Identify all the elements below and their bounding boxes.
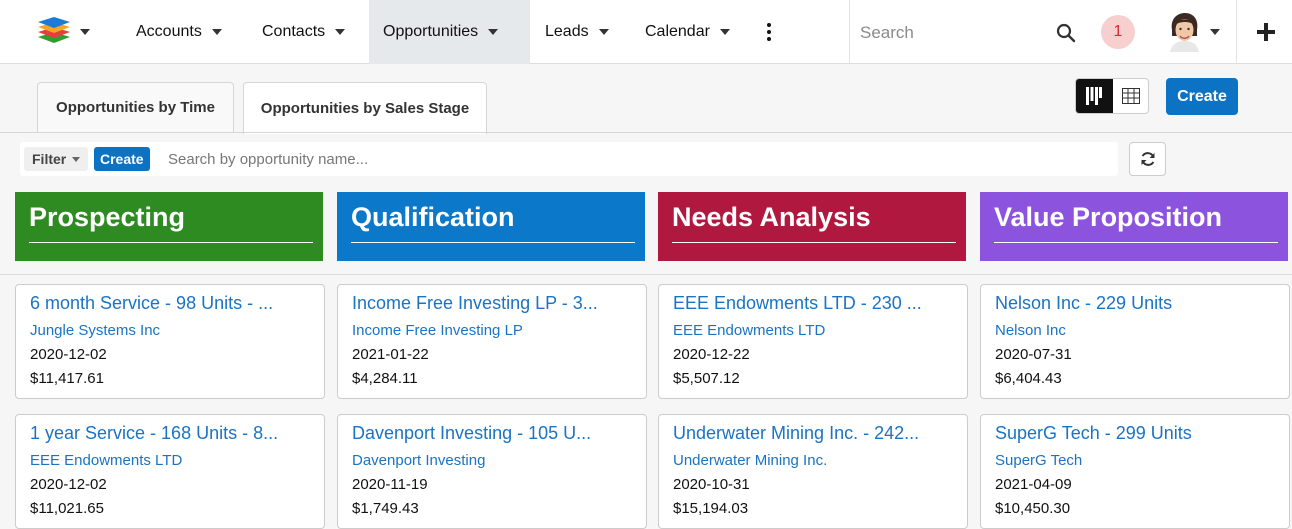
table-icon [1122,88,1140,104]
nav-item-leads[interactable]: Leads [531,0,623,64]
account-link[interactable]: SuperG Tech [995,452,1082,469]
opportunity-name-link[interactable]: Davenport Investing - 105 U... [352,423,637,444]
filter-button[interactable]: Filter [24,147,89,171]
amount: $6,404.43 [995,370,1062,387]
column-header-prospecting: Prospecting [15,192,323,261]
opportunity-card[interactable]: 1 year Service - 168 Units - 8... EEE En… [15,414,325,529]
column-header-divider [0,274,1292,275]
close-date: 2021-01-22 [352,346,429,363]
opportunity-search-input[interactable] [168,147,768,171]
nav-item-accounts[interactable]: Accounts [122,0,236,64]
amount: $5,507.12 [673,370,740,387]
tab-divider [0,132,1292,133]
opportunity-card[interactable]: Income Free Investing LP - 3... Income F… [337,284,647,399]
account-link[interactable]: EEE Endowments LTD [673,322,825,339]
nav-item-opportunities[interactable]: Opportunities [369,0,530,64]
kanban-view-button[interactable] [1076,79,1113,113]
account-link[interactable]: Jungle Systems Inc [30,322,160,339]
opportunity-name-link[interactable]: Nelson Inc - 229 Units [995,293,1280,314]
close-date: 2020-12-02 [30,346,107,363]
opportunity-name-link[interactable]: SuperG Tech - 299 Units [995,423,1280,444]
column-title-underline [29,242,313,243]
global-search-input[interactable] [860,20,1040,46]
amount: $4,284.11 [352,370,418,387]
column-header-qualification: Qualification [337,192,645,261]
column-title: Prospecting [29,202,186,232]
search-icon[interactable] [1056,23,1076,43]
close-date: 2020-07-31 [995,346,1072,363]
column-header-value-proposition: Value Proposition [980,192,1288,261]
quick-create[interactable] [1236,0,1292,64]
opportunity-card[interactable]: Underwater Mining Inc. - 242... Underwat… [658,414,968,529]
refresh-icon [1141,152,1155,166]
account-link[interactable]: Underwater Mining Inc. [673,452,827,469]
close-date: 2020-12-22 [673,346,750,363]
account-link[interactable]: Davenport Investing [352,452,485,469]
list-view-button[interactable] [1113,79,1148,113]
nav-item-label: Accounts [136,23,202,40]
account-link[interactable]: EEE Endowments LTD [30,452,182,469]
tab-label: Opportunities by Sales Stage [260,100,470,117]
opportunity-name-link[interactable]: Income Free Investing LP - 3... [352,293,637,314]
opportunity-name-link[interactable]: 1 year Service - 168 Units - 8... [30,423,315,444]
filter-bar: Filter Create [20,142,1118,176]
column-title-underline [994,242,1278,243]
column-title-underline [672,242,956,243]
tab-opportunities-by-time[interactable]: Opportunities by Time [37,82,234,132]
kanban-icon [1086,87,1102,105]
close-date: 2020-10-31 [673,476,750,493]
chevron-down-icon[interactable] [335,29,346,35]
opportunity-card[interactable]: Nelson Inc - 229 Units Nelson Inc 2020-0… [980,284,1290,399]
column-header-needs-analysis: Needs Analysis [658,192,966,261]
amount: $10,450.30 [995,500,1071,517]
opportunity-name-link[interactable]: Underwater Mining Inc. - 242... [673,423,958,444]
chevron-down-icon[interactable] [598,29,609,35]
user-menu-caret-icon[interactable] [1210,29,1220,35]
refresh-button[interactable] [1129,142,1166,176]
view-toggle [1075,78,1149,114]
nav-item-contacts[interactable]: Contacts [248,0,359,64]
nav-item-calendar[interactable]: Calendar [631,0,744,64]
opportunity-card[interactable]: Davenport Investing - 105 U... Davenport… [337,414,647,529]
account-link[interactable]: Nelson Inc [995,322,1066,339]
nav-item-label: Opportunities [383,23,479,40]
amount: $11,417.61 [30,370,104,387]
chevron-down-icon[interactable] [719,29,730,35]
close-date: 2020-11-19 [352,476,428,493]
amount: $15,194.03 [673,500,749,517]
filter-label: Filter [32,151,67,167]
column-title: Value Proposition [994,202,1223,232]
chevron-down-icon[interactable] [488,29,499,35]
nav-item-label: Calendar [645,23,710,40]
column-title: Needs Analysis [672,202,871,232]
chevron-down-icon [72,156,81,162]
user-avatar[interactable] [1166,12,1202,52]
account-link[interactable]: Income Free Investing LP [352,322,523,339]
column-title: Qualification [351,202,515,232]
amount: $1,749.43 [352,500,419,517]
create-button[interactable]: Create [1166,78,1238,115]
opportunity-card[interactable]: SuperG Tech - 299 Units SuperG Tech 2021… [980,414,1290,529]
amount: $11,021.65 [30,500,104,517]
tab-label: Opportunities by Time [56,99,215,116]
opportunity-card[interactable]: EEE Endowments LTD - 230 ... EEE Endowme… [658,284,968,399]
column-title-underline [351,242,635,243]
more-menu-icon[interactable] [766,23,772,41]
opportunity-name-link[interactable]: 6 month Service - 98 Units - ... [30,293,315,314]
plus-icon[interactable] [1257,23,1275,41]
chevron-down-icon[interactable] [211,29,222,35]
top-nav: Accounts Contacts Opportunities Leads Ca… [0,0,1292,64]
filter-create-button[interactable]: Create [94,147,150,171]
close-date: 2021-04-09 [995,476,1072,493]
app-logo-icon[interactable] [36,16,72,46]
app-menu-caret-icon[interactable] [80,29,90,35]
global-search [849,0,1089,64]
close-date: 2020-12-02 [30,476,107,493]
tab-opportunities-by-sales-stage[interactable]: Opportunities by Sales Stage [243,82,487,134]
nav-item-label: Leads [545,23,589,40]
opportunity-card[interactable]: 6 month Service - 98 Units - ... Jungle … [15,284,325,399]
notification-badge[interactable]: 1 [1101,15,1135,49]
nav-item-label: Contacts [262,23,326,40]
opportunity-name-link[interactable]: EEE Endowments LTD - 230 ... [673,293,958,314]
